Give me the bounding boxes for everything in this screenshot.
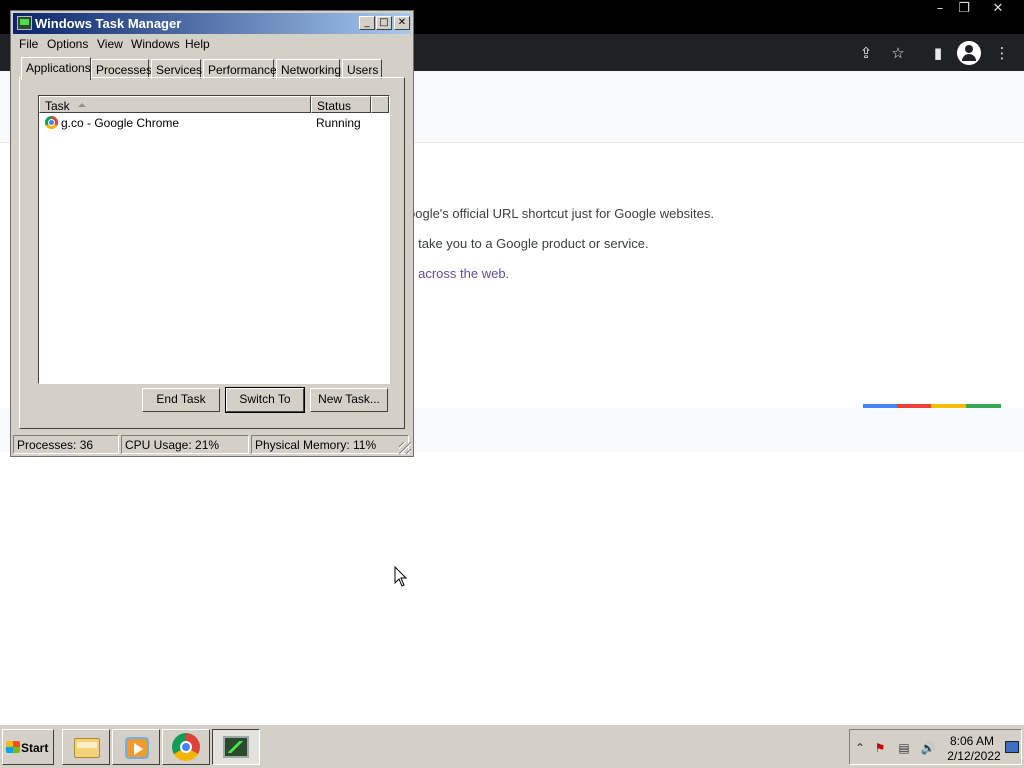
task-list[interactable]: Task Status g.co - Google Chrome Running bbox=[38, 95, 390, 384]
windows-logo-icon bbox=[6, 741, 20, 753]
page-text-line-1: oogle's official URL shortcut just for G… bbox=[408, 206, 714, 221]
resize-grip-icon[interactable] bbox=[399, 442, 411, 454]
column-status[interactable]: Status bbox=[311, 96, 371, 113]
taskbar-media-player-button[interactable] bbox=[112, 729, 160, 765]
taskbar-task-manager-button[interactable] bbox=[212, 729, 260, 765]
task-status: Running bbox=[316, 116, 361, 130]
action-center-flag-icon[interactable]: ⚑ bbox=[872, 740, 888, 756]
column-task-label: Task bbox=[45, 99, 70, 113]
browser-menu-icon[interactable]: ⋮ bbox=[990, 42, 1014, 64]
start-label: Start bbox=[21, 741, 49, 755]
browser-close-button[interactable]: ✕ bbox=[981, 0, 1015, 18]
side-panel-icon[interactable]: ▮ bbox=[926, 42, 950, 64]
menu-file[interactable]: File bbox=[19, 37, 38, 51]
tab-users[interactable]: Users bbox=[342, 59, 382, 79]
start-button[interactable]: Start bbox=[2, 729, 54, 765]
task-manager-window: Windows Task Manager _ □ ✕ File Options … bbox=[10, 10, 414, 457]
show-desktop-icon[interactable] bbox=[1005, 741, 1019, 753]
menu-options[interactable]: Options bbox=[47, 37, 88, 51]
taskbar: Start ⌃ ⚑ ▤ 🔊 8:06 AM 2/12/2022 bbox=[0, 724, 1024, 768]
column-task[interactable]: Task bbox=[39, 96, 311, 113]
task-list-header: Task Status bbox=[39, 96, 389, 113]
minimize-button[interactable]: _ bbox=[359, 16, 375, 30]
task-name: g.co - Google Chrome bbox=[61, 116, 180, 130]
sort-ascending-icon bbox=[78, 103, 86, 107]
tab-services[interactable]: Services bbox=[151, 59, 202, 79]
tab-processes[interactable]: Processes bbox=[91, 59, 152, 79]
clock-time[interactable]: 8:06 AM bbox=[946, 734, 998, 748]
tab-networking[interactable]: Networking bbox=[276, 59, 341, 79]
task-manager-titlebar[interactable]: Windows Task Manager _ □ ✕ bbox=[13, 13, 411, 34]
column-status-label: Status bbox=[317, 99, 352, 113]
mouse-cursor-icon bbox=[394, 566, 408, 587]
brand-bar-blue bbox=[863, 404, 897, 408]
new-task-button[interactable]: New Task... bbox=[310, 388, 388, 412]
profile-avatar-icon[interactable] bbox=[957, 41, 981, 65]
page-text-line-3[interactable]: s across the web. bbox=[408, 266, 509, 281]
bookmark-star-icon[interactable]: ☆ bbox=[886, 42, 910, 64]
end-task-button[interactable]: End Task bbox=[142, 388, 220, 412]
menu-bar: File Options View Windows Help bbox=[13, 36, 411, 54]
status-physical-memory: Physical Memory: 11% bbox=[251, 435, 409, 454]
maximize-button[interactable]: □ bbox=[376, 16, 392, 30]
folder-icon bbox=[74, 738, 100, 758]
show-hidden-icons-icon[interactable]: ⌃ bbox=[852, 740, 868, 756]
status-bar: Processes: 36 CPU Usage: 21% Physical Me… bbox=[13, 435, 411, 454]
browser-restore-button[interactable]: ❐ bbox=[947, 0, 981, 18]
task-row[interactable]: g.co - Google Chrome Running bbox=[39, 115, 389, 131]
column-filler bbox=[371, 96, 389, 113]
page-text-line-2: s take you to a Google product or servic… bbox=[408, 236, 649, 251]
volume-icon[interactable]: 🔊 bbox=[920, 740, 936, 756]
tab-performance[interactable]: Performance bbox=[203, 59, 277, 79]
taskbar-chrome-button[interactable] bbox=[162, 729, 210, 765]
window-title: Windows Task Manager bbox=[35, 16, 182, 31]
brand-bar-red bbox=[897, 404, 931, 408]
brand-bar-green bbox=[966, 404, 1001, 408]
menu-view[interactable]: View bbox=[97, 37, 123, 51]
media-player-icon bbox=[125, 737, 149, 759]
menu-help[interactable]: Help bbox=[185, 37, 210, 51]
system-tray: ⌃ ⚑ ▤ 🔊 8:06 AM 2/12/2022 bbox=[849, 729, 1022, 765]
brand-bar-yellow bbox=[931, 404, 966, 408]
share-icon[interactable]: ⇪ bbox=[854, 42, 878, 64]
clock-date[interactable]: 2/12/2022 bbox=[946, 749, 1002, 763]
status-processes: Processes: 36 bbox=[13, 435, 119, 454]
chrome-icon bbox=[45, 116, 58, 129]
switch-to-button[interactable]: Switch To bbox=[225, 387, 305, 413]
menu-windows[interactable]: Windows bbox=[131, 37, 180, 51]
task-manager-icon bbox=[223, 736, 249, 758]
network-icon[interactable]: ▤ bbox=[896, 740, 912, 756]
taskbar-explorer-button[interactable] bbox=[62, 729, 110, 765]
task-manager-icon bbox=[17, 16, 32, 30]
chrome-icon bbox=[172, 733, 200, 761]
status-cpu-usage: CPU Usage: 21% bbox=[121, 435, 249, 454]
tab-applications[interactable]: Applications bbox=[21, 57, 91, 80]
close-button[interactable]: ✕ bbox=[394, 16, 410, 30]
